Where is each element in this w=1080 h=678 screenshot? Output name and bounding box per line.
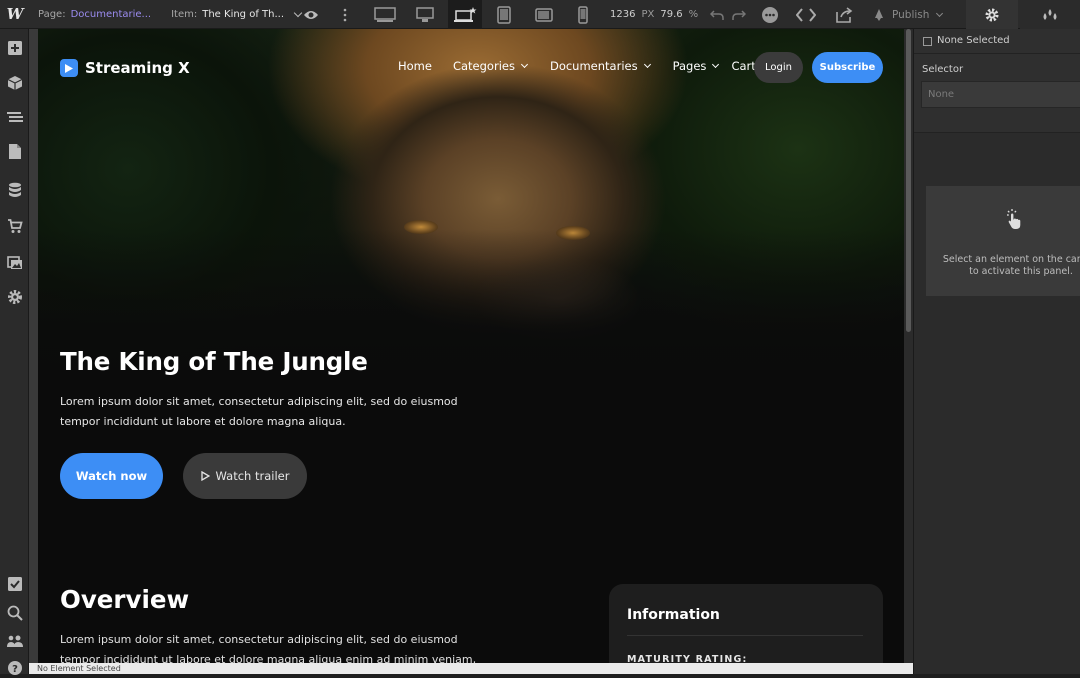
gear-icon: [985, 8, 999, 21]
nav-categories-label: Categories: [452, 59, 515, 73]
divider: [914, 53, 1080, 54]
help-icon[interactable]: ?: [4, 657, 25, 678]
page-label: Page:: [38, 8, 66, 20]
publish-label: Publish: [892, 8, 930, 21]
components-icon[interactable]: [4, 72, 25, 93]
zoom-unit: %: [688, 9, 699, 20]
information-card: Information MATURITY RATING:: [609, 584, 883, 663]
undo-icon[interactable]: [708, 0, 726, 29]
nav-links: Home Categories Documentaries Pages Cart: [398, 59, 756, 73]
page-value[interactable]: Documentarie...: [71, 9, 152, 20]
login-button[interactable]: Login: [754, 52, 803, 83]
breadcrumb-bar: No Element Selected: [29, 663, 913, 674]
more-vertical-icon[interactable]: [338, 0, 352, 29]
publish-rocket-icon: [875, 8, 883, 21]
nav-cart-label: Cart: [731, 59, 756, 73]
item-label: Item:: [171, 8, 198, 20]
canvas-gutter: [29, 29, 38, 663]
information-title: Information: [627, 607, 720, 623]
nav-cart[interactable]: Cart: [731, 59, 755, 73]
export-icon[interactable]: [832, 0, 856, 29]
nav-home[interactable]: Home: [398, 59, 432, 73]
ecommerce-icon[interactable]: [4, 215, 25, 236]
breadcrumb-text: No Element Selected: [37, 664, 121, 673]
play-icon: [200, 471, 210, 481]
tablet-icon[interactable]: [490, 0, 518, 29]
add-icon[interactable]: [4, 37, 25, 58]
empty-state-text: Select an element on the canvas to activ…: [926, 254, 1080, 278]
chevron-down-icon: [520, 60, 529, 69]
tablet-landscape-icon[interactable]: [530, 0, 558, 29]
hero-title: The King of The Jungle: [60, 347, 368, 376]
nav-pages-label: Pages: [672, 59, 707, 73]
none-selected-label: None Selected: [937, 35, 1010, 46]
nav-home-label: Home: [398, 59, 432, 73]
nav-categories[interactable]: Categories: [452, 59, 529, 73]
assets-icon[interactable]: [4, 251, 25, 272]
overview-title: Overview: [60, 585, 190, 614]
preview-eye-icon[interactable]: [300, 0, 322, 29]
left-toolbar: ?: [0, 29, 29, 675]
watch-trailer-label: Watch trailer: [215, 469, 290, 483]
empty-state-line-1: Select an element on the canvas: [942, 254, 1080, 265]
item-value[interactable]: The King of Th...: [202, 9, 284, 20]
desktop-icon[interactable]: [410, 0, 440, 29]
nav-pages[interactable]: Pages: [672, 59, 720, 73]
nav-documentaries[interactable]: Documentaries: [549, 59, 651, 73]
users-icon[interactable]: [4, 630, 25, 651]
selector-section: None Selected Selector None: [914, 29, 1080, 133]
chevron-down-icon: [643, 60, 651, 69]
designer-toolbar: W Page: Documentarie... Item: The King o…: [0, 0, 1080, 29]
pointer-hand-icon: [1005, 207, 1023, 235]
webflow-logo[interactable]: W: [0, 0, 30, 29]
divider: [627, 635, 863, 636]
pages-icon[interactable]: [4, 141, 25, 162]
redo-icon[interactable]: [730, 0, 748, 29]
nav-documentaries-label: Documentaries: [549, 59, 638, 73]
style-panel-tab[interactable]: [966, 0, 1018, 29]
design-canvas[interactable]: Streaming X Home Categories Documentarie…: [38, 29, 904, 663]
chevron-down-icon: [712, 60, 720, 69]
play-logo-icon: [60, 59, 78, 77]
site-navbar: Streaming X Home Categories Documentarie…: [38, 29, 904, 105]
phone-icon[interactable]: [570, 0, 596, 29]
overview-description: Lorem ipsum dolor sit amet, consectetur …: [60, 633, 477, 663]
maturity-rating-label: MATURITY RATING:: [627, 654, 748, 663]
canvas-scrollbar[interactable]: [904, 29, 913, 663]
subscribe-button[interactable]: Subscribe: [812, 52, 883, 83]
drops-icon: [1043, 8, 1057, 20]
audit-icon[interactable]: [4, 573, 25, 594]
comments-icon[interactable]: [758, 0, 782, 29]
canvas-unit: PX: [641, 9, 655, 20]
canvas-size-readout: 1236 PX 79.6 %: [610, 0, 698, 29]
empty-state-line-2: to activate this panel.: [969, 266, 1073, 277]
watch-now-button[interactable]: Watch now: [60, 453, 163, 499]
publish-button[interactable]: Publish: [872, 0, 944, 29]
hero-description: Lorem ipsum dolor sit amet, consectetur …: [60, 395, 458, 428]
svg-text:?: ?: [12, 664, 18, 675]
empty-state-box: Select an element on the canvas to activ…: [926, 186, 1080, 296]
none-selected-checkbox[interactable]: [923, 37, 932, 46]
zoom-value: 79.6: [660, 9, 683, 20]
brand-name: Streaming X: [85, 59, 190, 77]
scrollbar-thumb[interactable]: [906, 29, 911, 332]
settings-icon[interactable]: [4, 286, 25, 307]
style-panel: None Selected Selector None Select an el…: [913, 29, 1080, 674]
watch-trailer-button[interactable]: Watch trailer: [183, 453, 307, 499]
search-icon[interactable]: [4, 602, 25, 623]
code-icon[interactable]: [794, 0, 818, 29]
chevron-down-icon: [936, 9, 944, 17]
selector-label: Selector: [922, 64, 964, 75]
interactions-panel-tab[interactable]: [1020, 0, 1080, 29]
desktop-large-icon[interactable]: [370, 0, 400, 29]
canvas-width: 1236: [610, 9, 636, 20]
item-selector[interactable]: Item: The King of Th...: [171, 8, 303, 20]
site-brand[interactable]: Streaming X: [60, 59, 190, 77]
hero-overlay: [38, 229, 904, 411]
laptop-star-icon[interactable]: [448, 0, 482, 29]
selector-input[interactable]: None: [921, 81, 1080, 108]
navigator-icon[interactable]: [4, 107, 25, 128]
page-selector[interactable]: Page: Documentarie...: [38, 9, 151, 20]
cms-icon[interactable]: [4, 179, 25, 200]
